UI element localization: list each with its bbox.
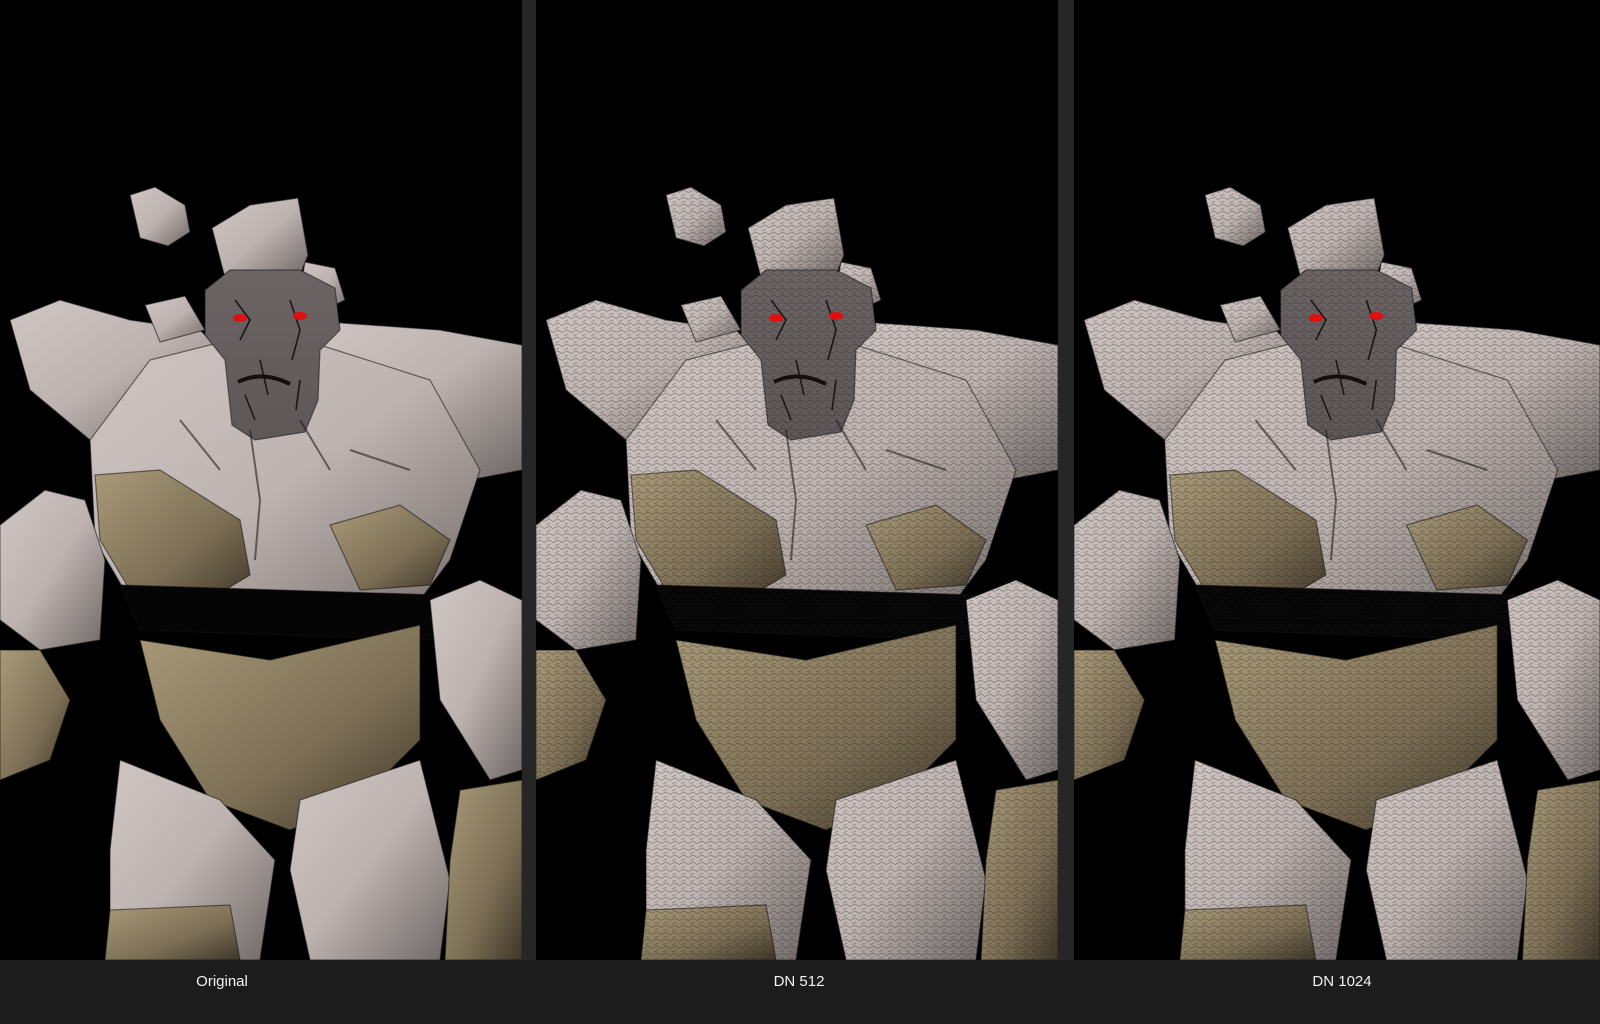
render-panel-dn-512 <box>536 0 1058 960</box>
left-foot-rock <box>104 904 241 960</box>
red-eye <box>1308 314 1323 322</box>
left-side-rock <box>0 489 106 651</box>
stone-golem-render <box>1074 0 1600 960</box>
red-eye <box>1369 312 1384 320</box>
panel-divider <box>522 0 536 960</box>
red-eye <box>829 312 843 320</box>
red-eye <box>769 314 783 322</box>
red-eye <box>233 314 247 322</box>
render-panel-dn-1024 <box>1074 0 1600 960</box>
panel-caption-original: Original <box>196 973 248 990</box>
stone-golem-render <box>0 0 522 960</box>
left-foot-rock-texture <box>641 905 776 960</box>
panel-caption-dn-1024: DN 1024 <box>1312 973 1372 990</box>
red-eye <box>293 312 307 320</box>
left-foot-rock-texture <box>1179 905 1316 960</box>
panel-caption-dn-512: DN 512 <box>773 973 825 990</box>
caption-bar <box>0 960 1600 1024</box>
stone-golem-render <box>536 0 1058 960</box>
left-side-rock-texture <box>1074 490 1180 650</box>
render-panel-original <box>0 0 522 960</box>
panel-divider <box>1058 0 1074 960</box>
left-side-rock-texture <box>536 490 641 650</box>
